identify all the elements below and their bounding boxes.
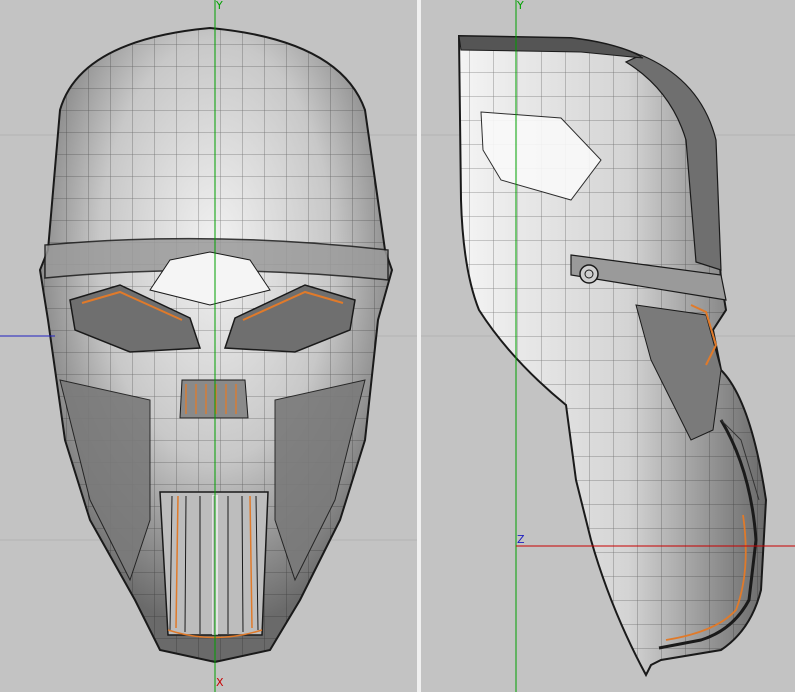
front-viewport-canvas[interactable] xyxy=(0,0,417,692)
front-x-axis-label: X xyxy=(216,676,224,689)
side-viewport-canvas[interactable] xyxy=(421,0,795,692)
side-mask-mesh xyxy=(457,34,768,678)
front-viewport[interactable]: Y X xyxy=(0,0,417,692)
front-mask-mesh xyxy=(38,26,394,664)
side-y-axis-label: Y xyxy=(517,0,524,12)
modeling-viewports: Y X Y Z xyxy=(0,0,795,692)
front-y-axis-label: Y xyxy=(216,0,223,12)
side-z-axis-label: Z xyxy=(517,533,525,546)
side-viewport[interactable]: Y Z xyxy=(421,0,795,692)
